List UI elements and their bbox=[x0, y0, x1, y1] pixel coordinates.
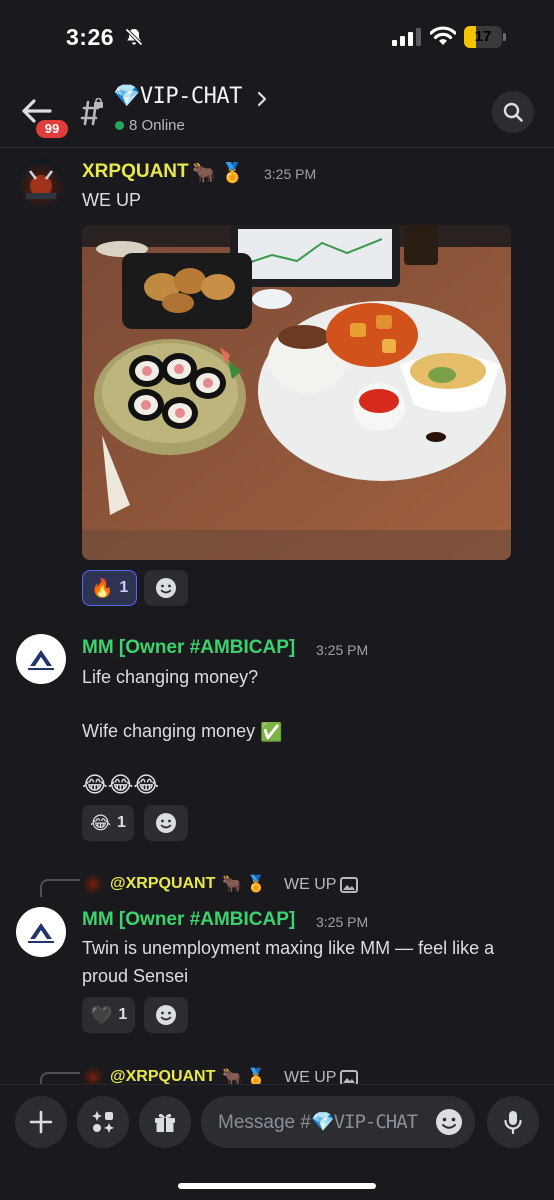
add-reaction-button[interactable] bbox=[144, 997, 188, 1033]
message-time: 3:25 PM bbox=[316, 914, 369, 930]
reaction-fire[interactable]: 🔥 1 bbox=[82, 570, 138, 606]
reaction-black-heart[interactable]: 🖤 1 bbox=[82, 997, 136, 1033]
message-input[interactable]: Message #💎VIP-CHAT bbox=[201, 1096, 475, 1148]
avatar[interactable] bbox=[16, 907, 66, 957]
image-icon bbox=[340, 877, 358, 893]
reaction-count: 1 bbox=[118, 1006, 128, 1023]
reply-author[interactable]: @XRPQUANT bbox=[110, 1068, 215, 1084]
discord-chat-screen: 3:26 17 99 💎VIP-CHAT 8 Online XRPQUANT 🐂… bbox=[0, 0, 554, 1200]
channel-header: 99 💎VIP-CHAT 8 Online bbox=[0, 72, 554, 148]
reply-badges: 🐂 🏅 bbox=[222, 1069, 267, 1084]
message-emoji-line: 😂😂😂 bbox=[82, 772, 160, 797]
message-time: 3:25 PM bbox=[316, 642, 369, 658]
wifi-icon bbox=[430, 26, 456, 45]
moneymaker-logo-icon bbox=[28, 923, 54, 943]
checkmark-emoji: ✅ bbox=[260, 722, 283, 743]
reaction-emoji: 🔥 bbox=[91, 577, 114, 598]
gift-icon bbox=[155, 1114, 175, 1132]
add-attachment-button[interactable] bbox=[15, 1096, 67, 1148]
add-reaction-button[interactable] bbox=[144, 805, 188, 841]
reaction-laugh[interactable]: 😂 1 bbox=[82, 805, 134, 841]
bell-off-icon bbox=[125, 28, 143, 46]
online-status-dot bbox=[115, 121, 124, 130]
message-author[interactable]: MM [Owner #AMBICAP] bbox=[82, 637, 295, 659]
avatar[interactable] bbox=[16, 159, 66, 209]
unread-badge: 99 bbox=[34, 118, 70, 140]
search-icon bbox=[503, 102, 523, 122]
battery-level: 17 bbox=[474, 28, 492, 45]
reply-badges: 🐂 🏅 bbox=[222, 876, 267, 893]
reply-avatar[interactable] bbox=[82, 1065, 104, 1084]
reply-preview[interactable]: WE UP bbox=[284, 876, 336, 894]
author-badges: 🐂 🏅 bbox=[192, 163, 245, 184]
add-reaction-icon bbox=[156, 813, 176, 833]
signal-icon bbox=[392, 28, 421, 46]
status-time: 3:26 bbox=[66, 24, 115, 50]
plus-icon bbox=[29, 1110, 53, 1134]
voice-message-button[interactable] bbox=[487, 1096, 539, 1148]
reaction-count: 1 bbox=[117, 814, 126, 831]
reaction-emoji: 😂 bbox=[90, 812, 112, 833]
add-reaction-button[interactable] bbox=[144, 570, 188, 606]
message-text: WE UP bbox=[82, 190, 142, 210]
apps-button[interactable] bbox=[77, 1096, 129, 1148]
gift-button[interactable] bbox=[139, 1096, 191, 1148]
reply-connector bbox=[40, 1072, 80, 1084]
status-bar: 3:26 17 bbox=[0, 0, 554, 72]
channel-name[interactable]: 💎VIP-CHAT bbox=[113, 84, 242, 109]
avatar[interactable] bbox=[16, 634, 66, 684]
moneymaker-logo-icon bbox=[28, 650, 54, 670]
reply-author[interactable]: @XRPQUANT bbox=[110, 875, 215, 893]
microphone-icon bbox=[504, 1111, 522, 1134]
message: MM [Owner #AMBICAP] 3:25 PM Life changin… bbox=[0, 624, 554, 854]
message-composer: Message #💎VIP-CHAT bbox=[0, 1084, 554, 1200]
message: XRPQUANT 🐂 🏅 3:25 PM WE UP 🔥 1 bbox=[0, 149, 554, 619]
message-text-line: proud Sensei bbox=[82, 966, 189, 986]
online-count: 8 Online bbox=[129, 117, 185, 134]
avatar-image bbox=[26, 170, 56, 199]
text-channel-icon bbox=[80, 98, 104, 126]
message: @XRPQUANT 🐂 🏅 WE UP bbox=[0, 1062, 554, 1084]
reply-connector bbox=[40, 879, 80, 897]
battery-icon: 17 bbox=[464, 26, 506, 48]
add-reaction-icon bbox=[156, 1005, 176, 1025]
message-text-line: Twin is unemployment maxing like MM — fe… bbox=[82, 938, 495, 958]
home-indicator[interactable] bbox=[178, 1183, 376, 1189]
chevron-right-icon[interactable] bbox=[256, 90, 268, 108]
image-icon bbox=[340, 1070, 358, 1084]
message-input-placeholder: Message #💎VIP-CHAT bbox=[218, 1111, 418, 1133]
apps-icon bbox=[92, 1111, 114, 1133]
message-text-line: Life changing money? bbox=[82, 667, 259, 687]
reply-avatar[interactable] bbox=[82, 872, 104, 894]
emoji-icon[interactable] bbox=[435, 1108, 463, 1136]
message-time: 3:25 PM bbox=[264, 166, 317, 182]
message-author[interactable]: MM [Owner #AMBICAP] bbox=[82, 909, 295, 931]
message-text-line: Wife changing money ✅ bbox=[82, 718, 283, 745]
food-photo bbox=[82, 225, 511, 560]
add-reaction-icon bbox=[156, 578, 176, 598]
message-list[interactable]: XRPQUANT 🐂 🏅 3:25 PM WE UP 🔥 1 MM [Owner… bbox=[0, 149, 554, 1084]
message: @XRPQUANT 🐂 🏅 WE UP MM [Owner #AMBICAP] … bbox=[0, 871, 554, 1051]
reply-preview[interactable]: WE UP bbox=[284, 1069, 336, 1084]
reaction-count: 1 bbox=[119, 579, 129, 596]
message-author[interactable]: XRPQUANT bbox=[82, 161, 189, 183]
image-attachment[interactable] bbox=[82, 225, 511, 560]
reaction-emoji: 🖤 bbox=[90, 1004, 113, 1025]
search-button[interactable] bbox=[492, 91, 534, 133]
